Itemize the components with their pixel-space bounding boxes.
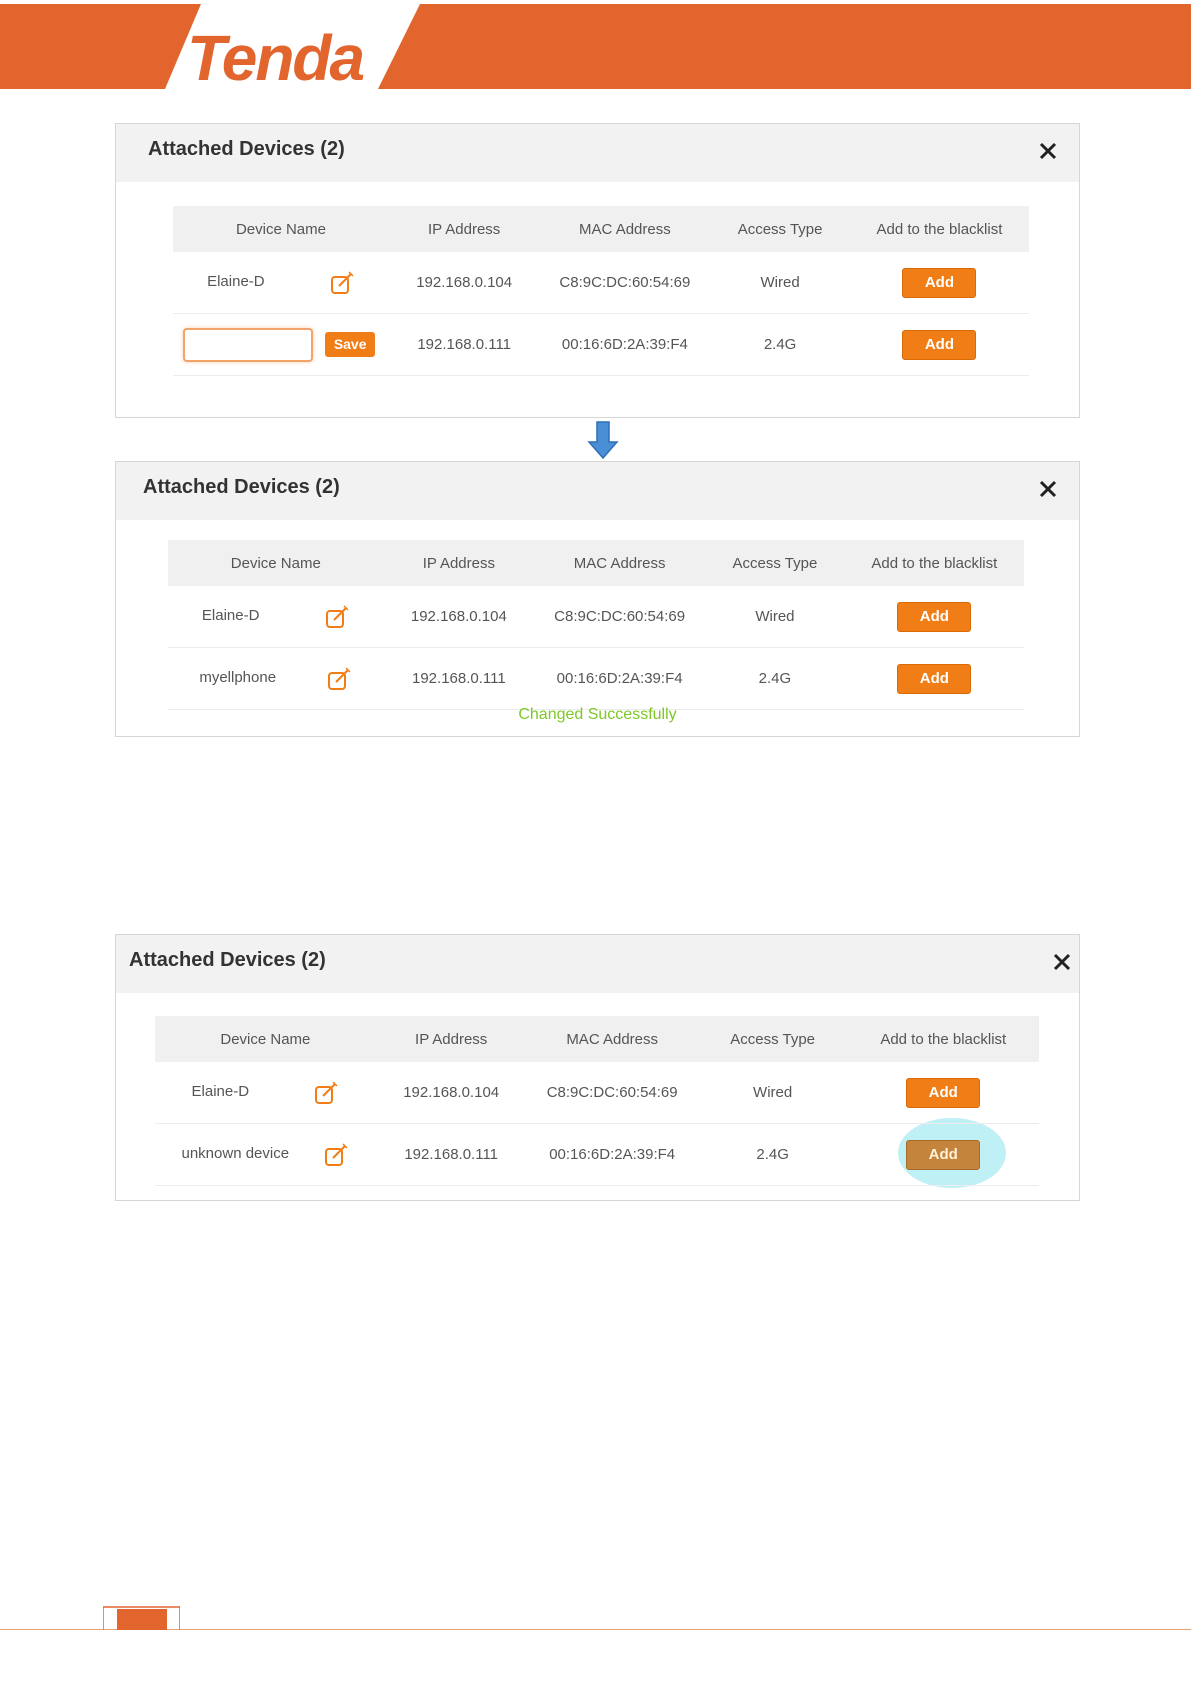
tenda-logo: Tenda — [187, 22, 365, 94]
col-access-type: Access Type — [705, 540, 845, 586]
add-to-blacklist-button-highlighted[interactable]: Add — [906, 1139, 981, 1170]
close-icon[interactable] — [1037, 140, 1059, 162]
add-to-blacklist-button[interactable]: Add — [902, 267, 977, 298]
col-access-type: Access Type — [697, 1016, 848, 1062]
ip-address: 192.168.0.111 — [388, 313, 540, 376]
mac-address: 00:16:6D:2A:39:F4 — [526, 1123, 698, 1186]
col-device-name: Device Name — [168, 540, 384, 586]
col-access-type: Access Type — [710, 206, 850, 252]
device-name: unknown device — [181, 1145, 290, 1163]
table-row: Save 192.168.0.111 00:16:6D:2A:39:F4 2.4… — [173, 313, 1029, 376]
header-banner: Tenda — [0, 0, 1191, 95]
table-row: Elaine-D 192.168.0.104 C8:9C:DC:60:54:69… — [173, 252, 1029, 314]
col-ip-address: IP Address — [383, 540, 535, 586]
mac-address: C8:9C:DC:60:54:69 — [526, 1062, 698, 1124]
ip-address: 192.168.0.104 — [383, 586, 535, 648]
attached-devices-dialog-blacklist: Attached Devices (2) Device Name IP Addr… — [115, 934, 1080, 1201]
table-row: myellphone 192.168.0.111 00:16:6D:2A:39:… — [168, 647, 1024, 710]
access-type: 2.4G — [705, 647, 845, 710]
access-type: 2.4G — [697, 1123, 848, 1186]
arrow-down-icon — [587, 421, 619, 460]
table-row: unknown device 192.168.0.111 00:16:6D:2A… — [155, 1123, 1039, 1186]
add-to-blacklist-button[interactable]: Add — [897, 663, 972, 694]
add-to-blacklist-button[interactable]: Add — [902, 329, 977, 360]
blacklist-cell: Add — [844, 647, 1024, 710]
dialog-title: Attached Devices (2) — [129, 949, 326, 971]
close-icon[interactable] — [1051, 951, 1073, 973]
mac-address: C8:9C:DC:60:54:69 — [534, 586, 706, 648]
devices-table: Device Name IP Address MAC Address Acces… — [155, 1016, 1039, 1186]
device-name-cell: Elaine-D — [173, 252, 389, 314]
attached-devices-dialog-success: Attached Devices (2) Device Name IP Addr… — [115, 461, 1080, 737]
footer-page-tab — [103, 1606, 180, 1630]
mac-address: C8:9C:DC:60:54:69 — [539, 252, 711, 314]
col-ip-address: IP Address — [388, 206, 540, 252]
col-blacklist: Add to the blacklist — [844, 540, 1024, 586]
dialog-title: Attached Devices (2) — [143, 476, 340, 498]
table-header-row: Device Name IP Address MAC Address Acces… — [155, 1016, 1039, 1062]
col-device-name: Device Name — [155, 1016, 376, 1062]
access-type: Wired — [697, 1062, 848, 1124]
device-name-cell: Save — [173, 313, 389, 376]
ip-address: 192.168.0.111 — [375, 1123, 527, 1186]
blacklist-cell: Add — [847, 1062, 1039, 1124]
device-name: Elaine-D — [191, 1083, 250, 1101]
ip-address: 192.168.0.104 — [375, 1062, 527, 1124]
save-button[interactable]: Save — [325, 332, 376, 357]
devices-table: Device Name IP Address MAC Address Acces… — [173, 206, 1029, 376]
table-row: Elaine-D 192.168.0.104 C8:9C:DC:60:54:69… — [155, 1062, 1039, 1124]
device-name-cell: Elaine-D — [168, 586, 384, 648]
col-mac-address: MAC Address — [534, 540, 706, 586]
attached-devices-dialog-edit: Attached Devices (2) Device Name IP Addr… — [115, 123, 1080, 418]
device-name-cell: Elaine-D — [155, 1062, 376, 1124]
add-to-blacklist-button[interactable]: Add — [906, 1077, 981, 1108]
status-message: Changed Successfully — [518, 706, 677, 723]
col-ip-address: IP Address — [375, 1016, 527, 1062]
edit-icon[interactable] — [329, 270, 355, 296]
table-header-row: Device Name IP Address MAC Address Acces… — [173, 206, 1029, 252]
blacklist-cell: Add — [849, 313, 1029, 376]
blacklist-cell: Add — [844, 586, 1024, 648]
device-name: myellphone — [199, 669, 277, 687]
col-blacklist: Add to the blacklist — [849, 206, 1029, 252]
table-header-row: Device Name IP Address MAC Address Acces… — [168, 540, 1024, 586]
device-name: Elaine-D — [207, 273, 265, 291]
table-row: Elaine-D 192.168.0.104 C8:9C:DC:60:54:69… — [168, 586, 1024, 648]
col-blacklist: Add to the blacklist — [847, 1016, 1039, 1062]
edit-icon[interactable] — [324, 604, 350, 630]
edit-icon[interactable] — [323, 1142, 349, 1168]
ip-address: 192.168.0.111 — [383, 647, 535, 710]
access-type: 2.4G — [710, 313, 850, 376]
device-name-cell: unknown device — [155, 1123, 376, 1186]
device-name: Elaine-D — [201, 607, 260, 625]
blacklist-cell: Add — [847, 1123, 1039, 1186]
access-type: Wired — [710, 252, 850, 314]
mac-address: 00:16:6D:2A:39:F4 — [534, 647, 706, 710]
device-name-input[interactable] — [183, 327, 313, 362]
blacklist-cell: Add — [849, 252, 1029, 314]
dialog-header: Attached Devices (2) — [116, 124, 1079, 182]
col-mac-address: MAC Address — [526, 1016, 698, 1062]
dialog-header: Attached Devices (2) — [116, 462, 1079, 520]
dialog-header: Attached Devices (2) — [116, 935, 1079, 993]
col-mac-address: MAC Address — [539, 206, 711, 252]
devices-table: Device Name IP Address MAC Address Acces… — [168, 540, 1024, 710]
device-name-cell: myellphone — [168, 647, 384, 710]
add-to-blacklist-button[interactable]: Add — [897, 601, 972, 632]
dialog-title: Attached Devices (2) — [148, 138, 345, 160]
close-icon[interactable] — [1037, 478, 1059, 500]
edit-icon[interactable] — [326, 666, 352, 692]
banner-graphic — [0, 4, 1191, 89]
edit-icon[interactable] — [313, 1080, 339, 1106]
col-device-name: Device Name — [173, 206, 389, 252]
ip-address: 192.168.0.104 — [388, 252, 540, 314]
mac-address: 00:16:6D:2A:39:F4 — [539, 313, 711, 376]
access-type: Wired — [705, 586, 845, 648]
